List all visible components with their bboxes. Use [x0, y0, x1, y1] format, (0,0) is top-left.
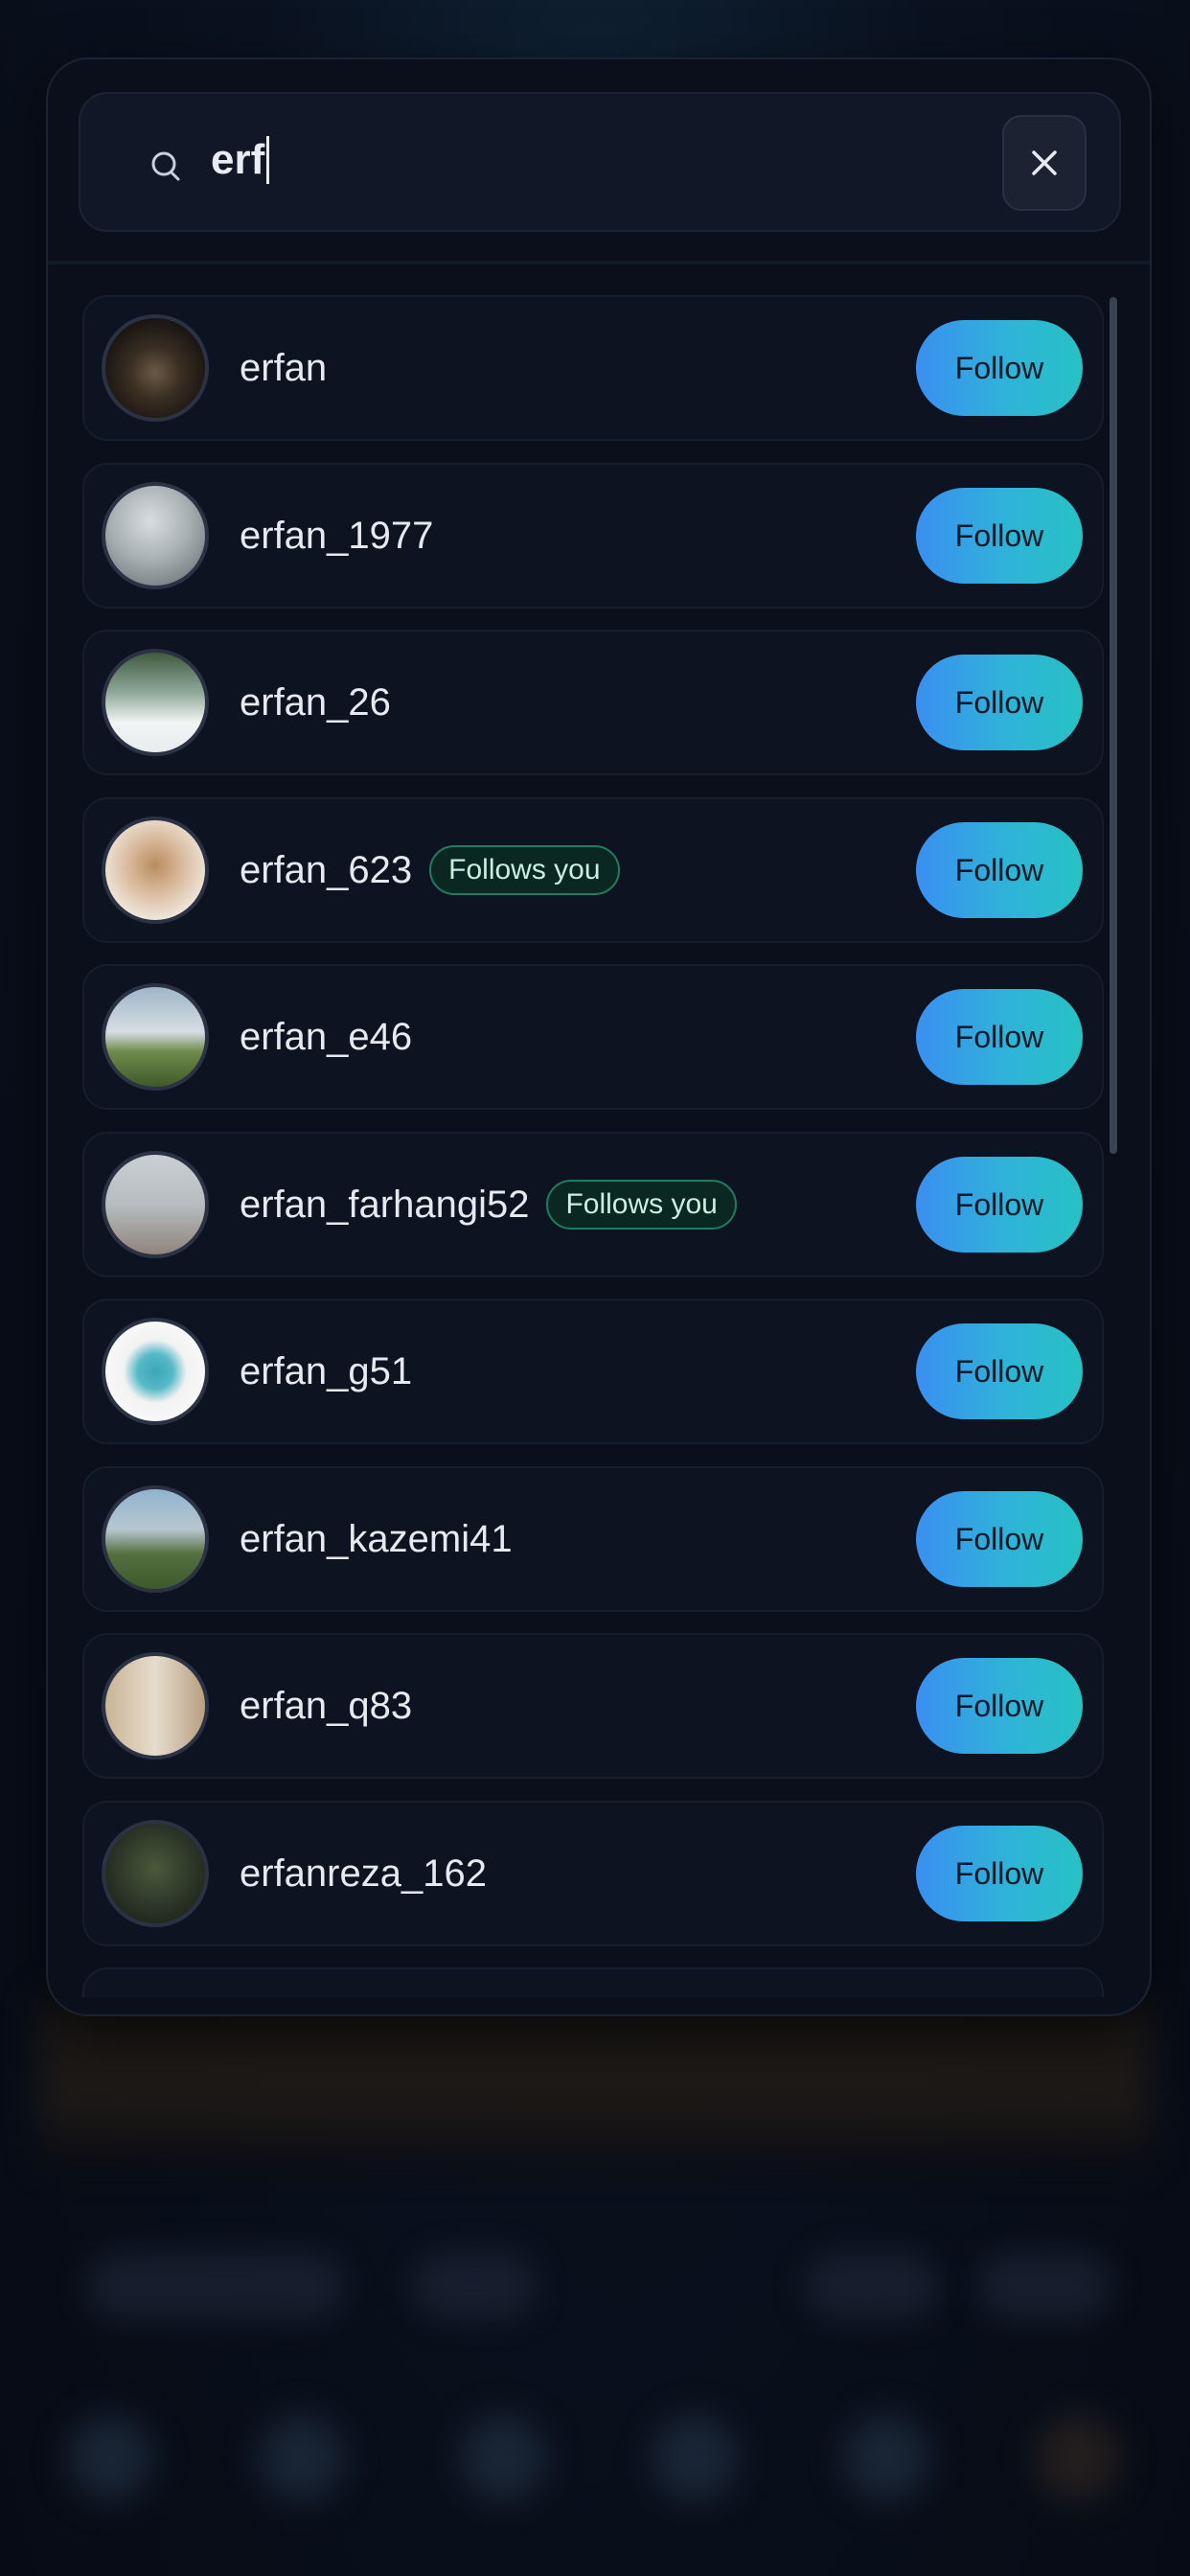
username-text: erfan_26 [240, 681, 391, 724]
blurred-nav-icon [67, 2415, 153, 2501]
follows-you-badge: Follows you [546, 1180, 737, 1230]
username-text: erfan_g51 [240, 1350, 413, 1392]
follow-button[interactable]: Follow [916, 1658, 1083, 1754]
avatar[interactable] [102, 816, 209, 924]
username-text: erfan_farhangi52 [240, 1184, 530, 1226]
follow-button[interactable]: Follow [916, 822, 1083, 918]
user-result-row-partial[interactable] [82, 1967, 1104, 1997]
avatar[interactable] [102, 1485, 209, 1593]
username-text: erfan [240, 347, 328, 389]
user-result-row[interactable]: erfan_kazemi41 Follow [82, 1466, 1104, 1612]
username-label[interactable]: erfan_26 [240, 632, 391, 773]
blurred-nav-icon [652, 2415, 738, 2501]
avatar[interactable] [102, 649, 209, 756]
follow-button[interactable]: Follow [916, 655, 1083, 750]
avatar[interactable] [102, 1318, 209, 1425]
clear-search-button[interactable] [1002, 115, 1087, 211]
follow-button[interactable]: Follow [916, 1323, 1083, 1419]
user-result-row[interactable]: erfanreza_162 Follow [82, 1801, 1104, 1946]
follow-button[interactable]: Follow [916, 989, 1083, 1085]
username-label[interactable]: erfan_kazemi41 [240, 1468, 513, 1610]
user-result-row[interactable]: erfan Follow [82, 295, 1104, 441]
username-label[interactable]: erfan [240, 297, 327, 439]
avatar[interactable] [102, 983, 209, 1091]
blurred-blob [805, 2252, 939, 2319]
follow-button[interactable]: Follow [916, 1157, 1083, 1253]
username-label[interactable]: erfan_farhangi52 Follows you [240, 1134, 737, 1276]
username-label[interactable]: erfan_623 Follows you [240, 799, 620, 941]
avatar[interactable] [102, 482, 209, 589]
blurred-nav-icon [460, 2415, 546, 2501]
search-input[interactable]: erf [211, 126, 270, 194]
blurred-background-content [38, 1993, 1152, 2166]
user-result-row[interactable]: erfan_e46 Follow [82, 964, 1104, 1110]
username-text: erfan_1977 [240, 515, 434, 557]
username-label[interactable]: erfan_q83 [240, 1635, 412, 1777]
user-result-row[interactable]: erfan_26 Follow [82, 630, 1104, 775]
search-panel: erf erfan Follow erfan_1977 Follow erfan_26 F… [46, 58, 1152, 2016]
blurred-blob [412, 2252, 537, 2319]
username-label[interactable]: erfanreza_162 [240, 1803, 487, 1944]
username-text: erfanreza_162 [240, 1852, 487, 1895]
search-bar[interactable]: erf [79, 92, 1121, 232]
follow-button[interactable]: Follow [916, 1826, 1083, 1921]
username-label[interactable]: erfan_e46 [240, 966, 412, 1108]
close-icon [1032, 150, 1057, 175]
username-text: erfan_q83 [240, 1685, 413, 1727]
user-result-row[interactable]: erfan_farhangi52 Follows you Follow [82, 1132, 1104, 1277]
blurred-background-row [0, 2233, 1190, 2348]
follow-button[interactable]: Follow [916, 488, 1083, 584]
avatar[interactable] [102, 1652, 209, 1760]
user-result-row[interactable]: erfan_1977 Follow [82, 463, 1104, 609]
search-query: erf [211, 136, 265, 183]
scrollbar[interactable] [1110, 297, 1117, 1154]
search-icon [151, 151, 180, 181]
avatar[interactable] [102, 1820, 209, 1927]
blurred-nav-icon [843, 2415, 929, 2501]
username-label[interactable]: erfan_g51 [240, 1300, 412, 1442]
username-text: erfan_e46 [240, 1016, 413, 1058]
username-text: erfan_kazemi41 [240, 1518, 513, 1560]
text-caret [266, 136, 270, 184]
user-result-row[interactable]: erfan_q83 Follow [82, 1633, 1104, 1779]
blurred-nav-icon [1035, 2415, 1121, 2501]
search-results-list[interactable]: erfan Follow erfan_1977 Follow erfan_26 Follo… [82, 295, 1108, 1997]
blurred-nav-icon [259, 2415, 345, 2501]
follow-button[interactable]: Follow [916, 1491, 1083, 1587]
blurred-blob [86, 2252, 345, 2319]
user-result-row[interactable]: erfan_g51 Follow [82, 1299, 1104, 1444]
follows-you-badge: Follows you [429, 845, 620, 895]
blurred-blob [977, 2252, 1111, 2319]
avatar[interactable] [102, 1151, 209, 1258]
follow-button[interactable]: Follow [916, 320, 1083, 416]
avatar[interactable] [102, 314, 209, 422]
username-label[interactable]: erfan_1977 [240, 465, 433, 607]
divider [48, 261, 1150, 264]
username-text: erfan_623 [240, 849, 413, 891]
user-result-row[interactable]: erfan_623 Follows you Follow [82, 797, 1104, 943]
